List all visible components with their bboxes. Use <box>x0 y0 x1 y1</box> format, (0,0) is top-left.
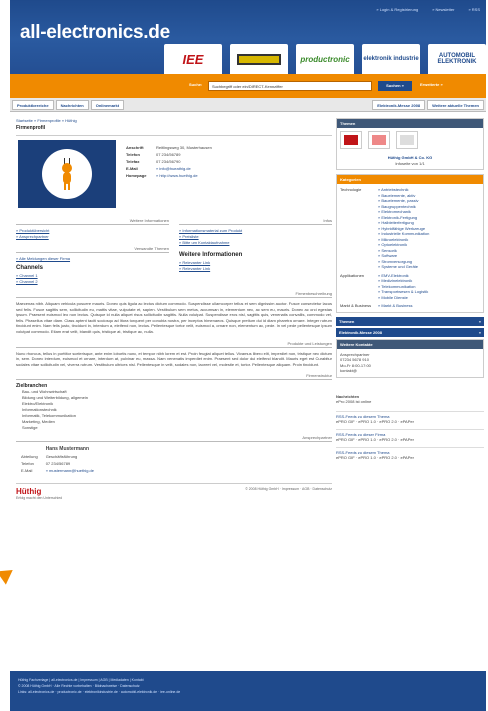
search-input[interactable]: Suchbegriff oder ein/DIRECT-Kennziffer <box>208 81 372 91</box>
main-nav: Produktbereiche Nachrichten Onlinemarkt … <box>10 98 486 112</box>
category-link[interactable]: » Markt & Business <box>378 303 480 309</box>
theme-thumb[interactable] <box>340 131 362 149</box>
products-description: Nunc rhoncus, tellus in porttitor sceler… <box>16 350 332 367</box>
category-link[interactable]: » Mobile Dienste <box>378 295 480 301</box>
site-footer: Hüthig Fachverlage | all-electronics.de … <box>10 671 486 711</box>
breadcrumb[interactable]: Startseite » Firmenprofile » Hüthig <box>16 118 332 123</box>
section-header: Verwandte Themen <box>16 246 169 253</box>
theme-thumb[interactable] <box>396 131 418 149</box>
news-block: Nachrichten ePro 2008 ist online RSS-Fee… <box>336 394 484 461</box>
theme-thumb[interactable] <box>368 131 390 149</box>
info-row: Telefon 07 234/56789 <box>126 152 181 157</box>
page-title: Firmenprofil <box>16 125 46 131</box>
contacts-link[interactable]: » Ansprechpartner <box>16 234 169 240</box>
category-row: Technologie» Antriebstechnik» Bauelement… <box>340 187 480 270</box>
relevant-link[interactable]: » Relevanter Link <box>179 266 332 272</box>
contact-row: Telefon 07 234/56789 <box>21 461 71 467</box>
section-header: Firmenbeschreibung <box>16 291 332 298</box>
login-link[interactable]: » Login & Registrierung <box>376 7 418 12</box>
nav-nachrichten[interactable]: Nachrichten <box>55 100 89 110</box>
tab-elektronik-industrie[interactable]: elektronik industrie <box>362 44 420 74</box>
section-header: Infos <box>179 218 332 225</box>
tab-iee[interactable]: IEE <box>164 44 222 74</box>
info-row: Anschrift Reitlingsweg 30, Musterhausen <box>126 145 212 150</box>
contact-name: Hans Mustermann <box>45 446 90 453</box>
divider <box>16 135 332 136</box>
channel-link[interactable]: » Channel 2 <box>16 279 169 285</box>
company-info: Anschrift Reitlingsweg 30, Musterhausen T… <box>124 144 334 179</box>
publisher-footer: Hüthig Erfolg macht den Unterschied © 20… <box>16 483 332 500</box>
category-label: Markt & Business <box>340 303 372 308</box>
top-links: » Login & Registrierung » Newsletter » R… <box>376 7 480 12</box>
categories-list: Technologie» Antriebstechnik» Bauelement… <box>337 184 483 312</box>
page: » Login & Registrierung » Newsletter » R… <box>10 0 486 711</box>
category-row: Applikationen» EMV-Elektronik» Medizinel… <box>340 273 480 301</box>
channels-title: Channels <box>16 265 44 271</box>
list-item: Sonstige <box>22 425 38 431</box>
category-label: Technologie <box>340 187 362 192</box>
info-columns: Weitere Informationen » Produktübersicht… <box>16 218 332 285</box>
footer-line[interactable]: Links: all-electronics.de · productronic… <box>18 689 478 695</box>
tab-productronic[interactable]: productronic <box>296 44 354 74</box>
company-logo <box>18 140 116 208</box>
portal-tabs: IEE productronic elektronik industrie AU… <box>164 44 486 74</box>
publisher-logo[interactable]: Hüthig <box>16 487 62 496</box>
tab-second[interactable] <box>230 44 288 74</box>
company-profile: Anschrift Reitlingsweg 30, Musterhausen T… <box>16 140 332 214</box>
all-news-link[interactable]: » Alle Meldungen dieser Firma <box>16 256 169 262</box>
nav-onlinemarkt[interactable]: Onlinemarkt <box>90 100 125 110</box>
email-link[interactable]: » info@hueathig.de <box>156 166 191 171</box>
section-header: Ansprechpartner <box>16 435 332 443</box>
categories-box: Kategorien Technologie» Antriebstechnik»… <box>336 174 484 313</box>
sidebar: Themen Hüthig GmbH & Co. KG Infoseite vo… <box>336 118 484 461</box>
contact-email-link[interactable]: » mustermann@huethig.de <box>43 468 97 473</box>
search-button[interactable]: Suchen » <box>378 81 412 91</box>
publisher-copyright: © 2008 Hüthig GmbH · Impressum · AGB · D… <box>245 487 332 492</box>
category-label: Applikationen <box>340 272 365 278</box>
newsletter-link[interactable]: » Newsletter <box>432 7 454 12</box>
more-contacts-box: Weitere Kontakte Ansprechpartner 07234 5… <box>336 338 484 378</box>
publisher-slogan: Erfolg macht den Unterschied <box>16 496 63 501</box>
nav-produktbereiche[interactable]: Produktbereiche <box>12 100 54 110</box>
search-bar: Suche: Suchbegriff oder ein/DIRECT-Kennz… <box>10 74 486 98</box>
categories-header: Kategorien <box>337 175 483 184</box>
structure-block: Zielbranchen Bau- und Wohnwirtschaft Bil… <box>16 383 332 431</box>
nav-messe[interactable]: Elektronik-Messe 2008 <box>372 100 426 110</box>
site-logo[interactable]: all-electronics.de <box>20 22 170 44</box>
category-link[interactable]: » Systeme und Geräte <box>378 264 480 270</box>
tab-second-logo <box>237 53 281 65</box>
themes-header: Themen <box>337 119 483 128</box>
themes-bar[interactable]: Themen» <box>336 316 484 326</box>
section-header: Weitere Informationen <box>16 218 169 225</box>
info-row: E-Mail» info@hueathig.de <box>126 166 191 171</box>
rss-link[interactable]: » RSS <box>468 7 480 12</box>
themes-sub: Infoseite von 1/1 <box>395 160 425 166</box>
tab-automobil-elektronik[interactable]: AUTOMOBIL ELEKTRONIK <box>428 44 486 74</box>
info-row: Telefax 07 234/56790 <box>126 159 181 164</box>
messe-bar[interactable]: Elektronik-Messe 2008» <box>336 327 484 337</box>
nav-weitere-themen[interactable]: Weitere aktuelle Themen <box>427 100 484 110</box>
contact-request-link[interactable]: » Bitte um Kontaktaufnahme <box>179 240 332 246</box>
more-contacts-header: Weitere Kontakte <box>337 339 483 349</box>
more-info-title: Weitere Informationen <box>179 252 243 258</box>
homepage-link[interactable]: » http://www.huethig.de <box>156 173 198 178</box>
site-header: » Login & Registrierung » Newsletter » R… <box>10 0 486 98</box>
mascot-icon <box>42 149 92 199</box>
contact-row: E-Mail» mustermann@huethig.de <box>18 468 97 473</box>
section-header: Firmenstruktur <box>16 373 332 381</box>
section-header: Produkte und Leistungen <box>16 341 332 348</box>
contact-person: Hans Mustermann Abteilung Geschäftsführun… <box>16 445 332 475</box>
category-row: Markt & Business » Markt & Business <box>340 303 480 309</box>
company-description: Maecenas nibh. Aliquam vehicula posuere … <box>16 301 332 334</box>
advanced-search-link[interactable]: Erweiterte » <box>420 82 443 87</box>
main-content: Startseite » Firmenprofile » Hüthig Firm… <box>16 118 332 500</box>
themes-box: Themen Hüthig GmbH & Co. KG Infoseite vo… <box>336 118 484 170</box>
search-label: Suche: <box>189 82 203 87</box>
contact-row: Abteilung Geschäftsführung <box>21 454 78 460</box>
info-row: Homepage» http://www.huethig.de <box>126 173 198 178</box>
